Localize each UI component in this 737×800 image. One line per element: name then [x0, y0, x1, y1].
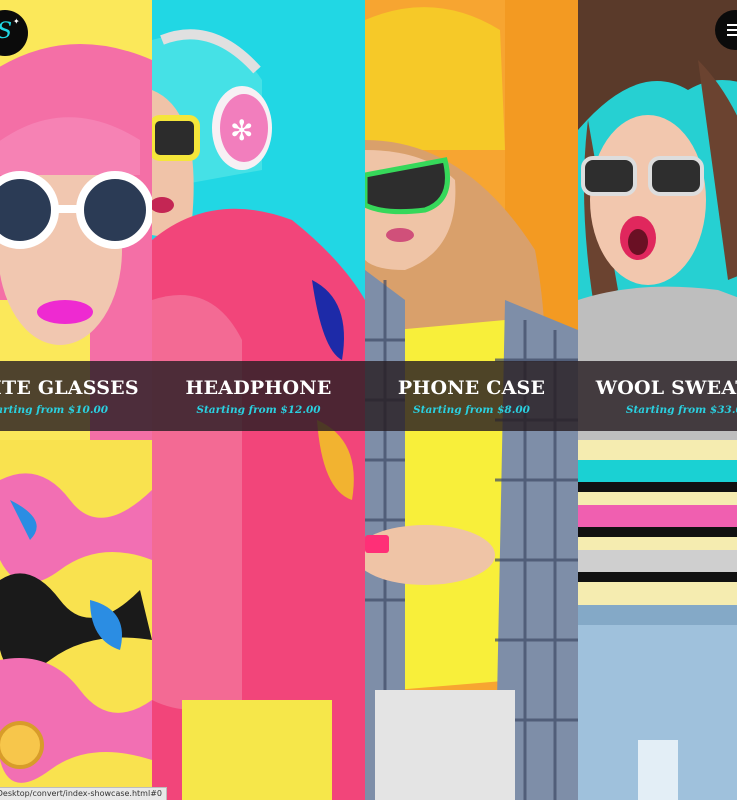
product-caption: PHONE CASE Starting from $8.00: [365, 361, 578, 431]
product-caption: WHITE GLASSES Starting from $10.00: [0, 361, 152, 431]
product-price: Starting from $33.00: [625, 404, 737, 416]
product-panel-white-glasses[interactable]: WHITE GLASSES Starting from $10.00: [0, 0, 152, 800]
product-caption: WOOL SWEATER Starting from $33.00: [578, 361, 737, 431]
product-showcase: WHITE GLASSES Starting from $10.00 ✻: [0, 0, 737, 800]
sparkle-icon: ✦: [13, 17, 20, 26]
svg-text:✻: ✻: [230, 114, 253, 147]
product-price: Starting from $10.00: [0, 404, 109, 416]
product-panel-wool-sweater[interactable]: WOOL SWEATER Starting from $33.00: [578, 0, 737, 800]
hamburger-menu-icon: [727, 34, 737, 36]
hamburger-menu-icon: [727, 29, 737, 31]
hamburger-menu-icon: [727, 24, 737, 26]
product-title: PHONE CASE: [397, 377, 546, 399]
product-caption: HEADPHONE Starting from $12.00: [152, 361, 365, 431]
logo-letter: S: [0, 19, 12, 44]
product-price: Starting from $12.00: [196, 404, 321, 416]
product-panel-headphone[interactable]: ✻ HEADPHONE Starting from $12.00: [152, 0, 365, 800]
status-bar-url: file:///Users/Desktop/convert/index-show…: [0, 787, 167, 800]
product-title: HEADPHONE: [185, 377, 332, 399]
product-price: Starting from $8.00: [413, 404, 530, 416]
product-panel-phone-case[interactable]: PHONE CASE Starting from $8.00: [365, 0, 578, 800]
product-title: WHITE GLASSES: [0, 377, 139, 399]
product-title: WOOL SWEATER: [595, 377, 737, 399]
